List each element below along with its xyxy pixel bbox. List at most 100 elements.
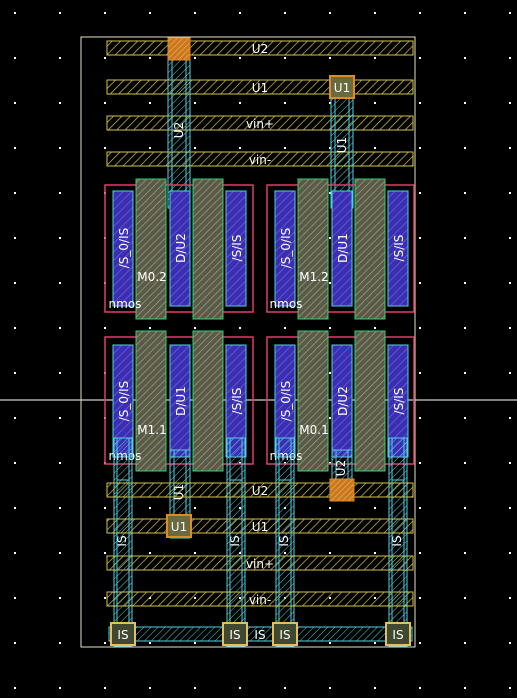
wire-label: U2	[172, 122, 186, 138]
device-m12[interactable]: /S_0/IS D/U1 /S/IS M1.2 nmos	[266, 178, 415, 320]
grid-dot	[329, 372, 331, 374]
grid-dot	[14, 462, 16, 464]
grid-dot	[14, 552, 16, 554]
pin-is-2[interactable]: IS	[222, 622, 248, 646]
grid-dot	[509, 597, 511, 599]
grid-dot	[464, 597, 466, 599]
grid-dot	[59, 642, 61, 644]
rail-label: vin+	[246, 117, 274, 131]
grid-dot	[239, 147, 241, 149]
grid-dot	[239, 327, 241, 329]
pin-is-4[interactable]: IS	[385, 622, 411, 646]
contact-top-u2[interactable]	[167, 37, 191, 61]
grid-dot	[464, 462, 466, 464]
device-type: nmos	[270, 297, 303, 311]
pin-u1-bottom[interactable]: U1	[166, 514, 192, 538]
grid-dot	[149, 327, 151, 329]
grid-dot	[419, 147, 421, 149]
rail-u1-top[interactable]: U1	[106, 79, 414, 95]
grid-dot	[509, 327, 511, 329]
grid-dot	[104, 12, 106, 14]
grid-dot	[464, 552, 466, 554]
grid-dot	[194, 147, 196, 149]
device-name: M1.2	[299, 270, 328, 284]
terminal-label: /S/IS	[392, 235, 406, 262]
grid-dot	[149, 687, 151, 689]
grid-dot	[374, 507, 376, 509]
terminal-label: /S_0/IS	[279, 381, 293, 422]
wire-top-left-u2[interactable]: U2	[167, 37, 191, 209]
rail-label: vin-	[249, 153, 271, 167]
grid-dot	[374, 102, 376, 104]
grid-dot	[374, 327, 376, 329]
grid-dot	[419, 282, 421, 284]
terminal-label: /S/IS	[230, 235, 244, 262]
rail-vinm-bottom[interactable]: vin-	[106, 591, 414, 607]
grid-dot	[14, 507, 16, 509]
grid-dot	[464, 642, 466, 644]
grid-dot	[14, 237, 16, 239]
rail-u1-bottom[interactable]: U1	[106, 518, 414, 534]
rail-label: U2	[252, 42, 268, 56]
pin-label: U1	[171, 520, 187, 534]
grid-dot	[509, 372, 511, 374]
grid-dot	[194, 327, 196, 329]
grid-dot	[59, 57, 61, 59]
grid-dot	[104, 507, 106, 509]
pin-u1-top[interactable]: U1	[329, 75, 355, 99]
pin-label: IS	[392, 628, 403, 642]
grid-dot	[194, 507, 196, 509]
grid-dot	[149, 12, 151, 14]
device-m02[interactable]: /S_0/IS D/U2 /S/IS M0.2 nmos	[104, 178, 254, 320]
grid-dot	[14, 282, 16, 284]
grid-dot	[374, 552, 376, 554]
bus-label: IS	[254, 628, 265, 642]
wire-label: U1	[335, 137, 349, 153]
grid-dot	[464, 237, 466, 239]
grid-dot	[509, 282, 511, 284]
rail-vinp-bottom[interactable]: vin+	[106, 555, 414, 571]
contact-bottom-u2[interactable]	[329, 478, 355, 502]
pin-label: IS	[279, 628, 290, 642]
rail-u2-bottom[interactable]: U2	[106, 482, 414, 498]
grid-dot	[14, 192, 16, 194]
grid-dot	[374, 12, 376, 14]
grid-dot	[104, 687, 106, 689]
grid-dot	[419, 642, 421, 644]
grid-dot	[509, 552, 511, 554]
terminal-label: /S_0/IS	[279, 228, 293, 269]
grid-dot	[149, 102, 151, 104]
layout-canvas: U2 U1 vin+ vin- U2 U1 U1 /S_0/IS D/U2 /S…	[0, 12, 517, 689]
device-name: M1.1	[137, 423, 166, 437]
grid-dot	[329, 327, 331, 329]
grid-dot	[149, 642, 151, 644]
grid-dot	[59, 372, 61, 374]
grid-dot	[329, 12, 331, 14]
rail-u2-top[interactable]: U2	[106, 40, 414, 56]
grid-dot	[419, 12, 421, 14]
pin-is-1[interactable]: IS	[110, 622, 136, 646]
grid-dot	[194, 552, 196, 554]
wire-label: U2	[334, 460, 348, 476]
grid-dot	[419, 57, 421, 59]
grid-dot	[419, 372, 421, 374]
grid-dot	[59, 597, 61, 599]
grid-dot	[329, 507, 331, 509]
bottom-rails: U2 U1 vin+ vin-	[106, 482, 414, 607]
terminal-label: D/U2	[336, 386, 350, 416]
grid-dot	[149, 507, 151, 509]
terminal-label: /S_0/IS	[117, 228, 131, 269]
pin-is-3[interactable]: IS	[272, 622, 298, 646]
grid-dot	[104, 597, 106, 599]
rail-vinp-top[interactable]: vin+	[106, 115, 414, 131]
grid-dot	[59, 102, 61, 104]
grid-dot	[329, 552, 331, 554]
source-bus-is[interactable]: IS	[108, 626, 413, 642]
rail-label: vin-	[249, 593, 271, 607]
grid-dot	[509, 417, 511, 419]
rail-vinm-top[interactable]: vin-	[106, 151, 414, 167]
grid-dot	[14, 372, 16, 374]
pin-label: U1	[334, 81, 350, 95]
grid-dot	[59, 687, 61, 689]
grid-dot	[59, 192, 61, 194]
